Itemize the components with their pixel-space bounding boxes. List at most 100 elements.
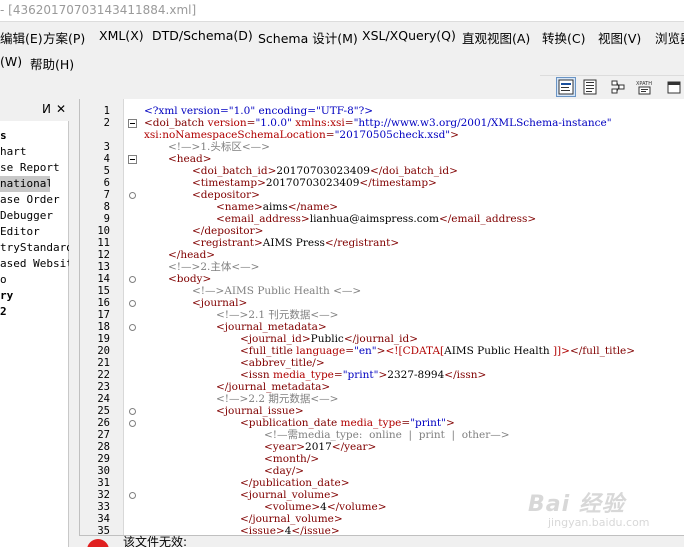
code-line[interactable]: 14 <body>	[80, 273, 684, 285]
code-text: <!—>2.主体<—>	[168, 261, 260, 273]
fold-marker-icon[interactable]	[128, 299, 137, 308]
list-item[interactable]: 2	[0, 304, 69, 320]
menu-browser[interactable]: 浏览器	[655, 28, 684, 47]
code-line[interactable]: 10 </depositor>	[80, 225, 684, 237]
menu-view[interactable]: 视图(V)	[598, 28, 641, 47]
line-number: 2	[103, 117, 110, 129]
code-line[interactable]: 24 <!—>2.2 期元数据<—>	[80, 393, 684, 405]
code-text: <depositor>	[192, 189, 260, 201]
list-item[interactable]: ry	[0, 288, 69, 304]
collapse-icon[interactable]	[128, 155, 137, 164]
code-line[interactable]: 25 <journal_issue>	[80, 405, 684, 417]
code-text: </journal_metadata>	[216, 381, 331, 393]
code-line[interactable]: 30 <day/>	[80, 465, 684, 477]
code-text: <journal>	[192, 297, 248, 309]
line-number: 14	[97, 273, 110, 285]
code-line[interactable]: 8 <name>aims</name>	[80, 201, 684, 213]
list-item[interactable]: Editor	[0, 224, 69, 240]
list-item-selected[interactable]: national	[0, 176, 50, 192]
line-number: 23	[97, 381, 110, 393]
code-text: <abbrev_title/>	[240, 357, 325, 369]
menu-dtd-schema[interactable]: DTD/Schema(D)	[152, 28, 253, 43]
code-line[interactable]: 15 <!—>AIMS Public Health <—>	[80, 285, 684, 297]
line-number: 7	[103, 189, 110, 201]
pin-icon[interactable]: ⵍ	[42, 102, 51, 116]
menu-convert[interactable]: 转换(C)	[542, 28, 585, 47]
fold-marker-icon[interactable]	[128, 191, 137, 200]
code-line[interactable]: 9 <email_address>lianhua@aimspress.com</e…	[80, 213, 684, 225]
code-line[interactable]: 16 <journal>	[80, 297, 684, 309]
code-text: <!—>1.头标区<—>	[168, 141, 270, 153]
collapse-icon[interactable]	[128, 119, 137, 128]
grid-view-button[interactable]	[580, 77, 600, 97]
menu-authentic-view[interactable]: 直观视图(A)	[462, 28, 530, 47]
title-bar: - [43620170703143411884.xml]	[0, 0, 684, 22]
list-item[interactable]: tryStandard	[0, 240, 69, 256]
fold-marker-icon[interactable]	[128, 323, 137, 332]
list-item[interactable]: ased Websit	[0, 256, 69, 272]
code-line[interactable]: 17 <!—>2.1 刊元数据<—>	[80, 309, 684, 321]
line-number: 30	[97, 465, 110, 477]
code-text: <registrant>AIMS Press</registrant>	[192, 237, 400, 249]
code-line[interactable]: 12 </head>	[80, 249, 684, 261]
code-line[interactable]: 18 <journal_metadata>	[80, 321, 684, 333]
code-line[interactable]: 28 <year>2017</year>	[80, 441, 684, 453]
line-number: 10	[97, 225, 110, 237]
fold-marker-icon[interactable]	[128, 275, 137, 284]
code-line[interactable]: 26 <publication_date media_type="print">	[80, 417, 684, 429]
grid-view-icon	[583, 79, 597, 95]
menu-project[interactable]: 方案(P)	[43, 28, 85, 47]
code-line[interactable]: xsi:noNamespaceSchemaLocation="20170505c…	[80, 129, 684, 141]
browser-view-icon	[667, 81, 681, 94]
code-text: <timestamp>20170703023409</timestamp>	[192, 177, 437, 189]
fold-marker-icon[interactable]	[128, 491, 137, 500]
menu-help[interactable]: 帮助(H)	[30, 54, 74, 73]
fold-marker-icon[interactable]	[128, 407, 137, 416]
text-view-button[interactable]	[556, 77, 576, 97]
code-line[interactable]: 27 <!—需media_type: online | print | other…	[80, 429, 684, 441]
list-item[interactable]: s	[0, 128, 69, 144]
code-line[interactable]: 13 <!—>2.主体<—>	[80, 261, 684, 273]
code-line[interactable]: 11 <registrant>AIMS Press</registrant>	[80, 237, 684, 249]
line-number: 29	[97, 453, 110, 465]
line-number: 35	[97, 525, 110, 535]
list-item[interactable]: se Report	[0, 160, 69, 176]
menu-xml[interactable]: XML(X)	[99, 28, 144, 43]
menu-schema-design[interactable]: Schema 设计(M)	[258, 28, 358, 47]
code-line[interactable]: 19 <journal_id>Public</journal_id>	[80, 333, 684, 345]
window-title: - [43620170703143411884.xml]	[0, 3, 197, 17]
code-line[interactable]: 21 <abbrev_title/>	[80, 357, 684, 369]
code-text: <email_address>lianhua@aimspress.com</em…	[216, 213, 537, 225]
list-item[interactable]: o	[0, 272, 69, 288]
line-number: 8	[103, 201, 110, 213]
code-line[interactable]: 1 <?xml version="1.0" encoding="UTF-8"?>	[80, 105, 684, 117]
code-line[interactable]: 3 <!—>1.头标区<—>	[80, 141, 684, 153]
schema-view-button[interactable]	[608, 77, 628, 97]
code-line[interactable]: 5 <doi_batch_id>20170703023409</doi_batch…	[80, 165, 684, 177]
xml-editor[interactable]: 1 <?xml version="1.0" encoding="UTF-8"?> 2…	[79, 99, 684, 535]
fold-marker-icon[interactable]	[128, 419, 137, 428]
line-number: 6	[103, 177, 110, 189]
line-number: 12	[97, 249, 110, 261]
code-text: <!—>2.2 期元数据<—>	[216, 393, 339, 405]
menu-window[interactable]: (W)	[0, 54, 22, 69]
code-text: <day/>	[264, 465, 305, 477]
code-line[interactable]: 20 <full_title language="en"><![CDATA[AIM…	[80, 345, 684, 357]
close-icon[interactable]: ✕	[56, 102, 66, 116]
browser-view-button[interactable]	[664, 77, 684, 97]
menu-xsl-xquery[interactable]: XSL/XQuery(Q)	[362, 28, 456, 43]
code-line[interactable]: 4 <head>	[80, 153, 684, 165]
list-item[interactable]: Debugger	[0, 208, 69, 224]
list-item[interactable]: ase Order	[0, 192, 69, 208]
list-item[interactable]: hart	[0, 144, 69, 160]
code-text: <issue>4</issue>	[240, 525, 340, 535]
code-line[interactable]: 23 </journal_metadata>	[80, 381, 684, 393]
code-line[interactable]: 2 <doi_batch version="1.0.0" xmlns:xsi="h…	[80, 117, 684, 129]
code-line[interactable]: 7 <depositor>	[80, 189, 684, 201]
xpath-button[interactable]: XPATH	[634, 77, 654, 97]
code-text: </journal_volume>	[240, 513, 343, 525]
menu-edit[interactable]: 编辑(E)	[0, 28, 43, 47]
code-line[interactable]: 29 <month/>	[80, 453, 684, 465]
code-line[interactable]: 22 <issn media_type="print">2327-8994</is…	[80, 369, 684, 381]
code-line[interactable]: 6 <timestamp>20170703023409</timestamp>	[80, 177, 684, 189]
